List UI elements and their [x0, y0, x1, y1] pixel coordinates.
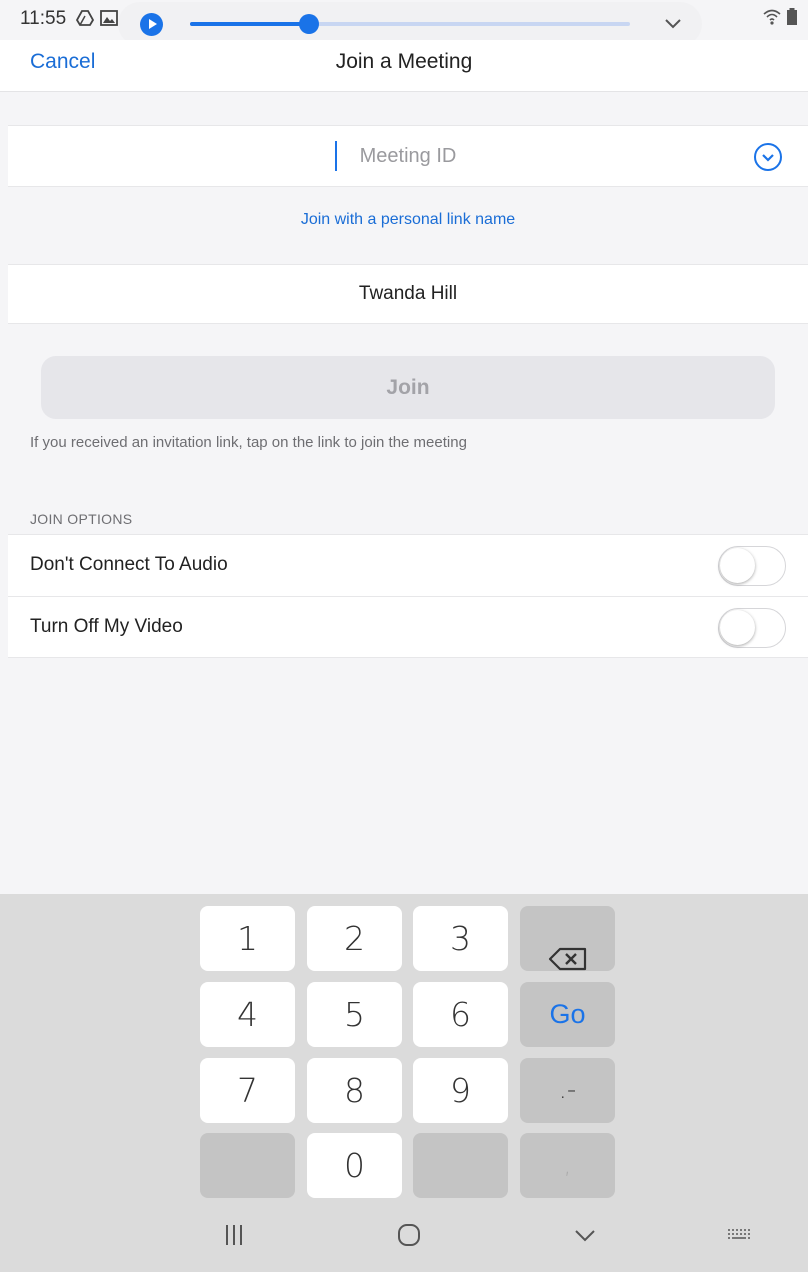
status-time: 11:55: [20, 8, 67, 29]
blank-key-left[interactable]: [200, 1133, 295, 1198]
spacer-band: [8, 92, 808, 126]
meeting-id-row: [8, 125, 808, 187]
system-nav-bar: [0, 1204, 808, 1272]
join-options-header: JOIN OPTIONS: [30, 511, 133, 527]
option-label-audio: Don't Connect To Audio: [30, 554, 228, 575]
invitation-hint: If you received an invitation link, tap …: [30, 434, 467, 451]
join-button[interactable]: Join: [41, 356, 775, 419]
dot-dash-key[interactable]: .-: [520, 1058, 615, 1123]
key-7[interactable]: 7: [200, 1058, 295, 1123]
backspace-key[interactable]: [520, 906, 615, 971]
key-9[interactable]: 9: [413, 1058, 508, 1123]
drive-icon: [75, 9, 95, 32]
option-label-video: Turn Off My Video: [30, 616, 183, 637]
personal-link-button[interactable]: Join with a personal link name: [8, 187, 808, 264]
media-seek-bar[interactable]: [190, 14, 630, 34]
page-title: Join a Meeting: [335, 50, 473, 73]
option-row-dont-connect-audio: Don't Connect To Audio: [8, 534, 808, 596]
play-icon[interactable]: [140, 13, 163, 36]
key-8[interactable]: 8: [307, 1058, 402, 1123]
go-key[interactable]: Go: [520, 982, 615, 1047]
battery-icon: [786, 8, 798, 30]
comma-key[interactable]: ,: [520, 1133, 615, 1198]
chevron-down-icon[interactable]: [662, 12, 684, 34]
key-0[interactable]: 0: [307, 1133, 402, 1198]
system-status-icons: [762, 8, 798, 31]
header-bar: Cancel Join a Meeting: [0, 40, 808, 92]
meeting-history-dropdown-icon[interactable]: [754, 143, 782, 171]
blank-key-right[interactable]: [413, 1133, 508, 1198]
key-5[interactable]: 5: [307, 982, 402, 1047]
key-2[interactable]: 2: [307, 906, 402, 971]
display-name-row: [8, 264, 808, 324]
meeting-id-input[interactable]: [8, 126, 808, 186]
text-caret: [335, 141, 337, 171]
keyboard-switch-icon[interactable]: [726, 1222, 752, 1253]
display-name-input[interactable]: [8, 265, 808, 323]
key-6[interactable]: 6: [413, 982, 508, 1047]
wifi-icon: [762, 9, 786, 30]
status-bar: 11:55: [0, 0, 808, 46]
toggle-knob: [720, 548, 755, 583]
toggle-knob: [720, 610, 755, 645]
dont-connect-audio-toggle[interactable]: [718, 546, 786, 586]
turn-off-video-toggle[interactable]: [718, 608, 786, 648]
hide-keyboard-chevron-icon[interactable]: [572, 1222, 598, 1253]
key-3[interactable]: 3: [413, 906, 508, 971]
media-progress-fill: [190, 22, 309, 26]
home-icon[interactable]: [396, 1222, 422, 1253]
media-seek-thumb[interactable]: [298, 14, 319, 34]
recent-apps-icon[interactable]: [222, 1222, 246, 1253]
gallery-icon: [100, 9, 118, 32]
key-1[interactable]: 1: [200, 906, 295, 971]
key-4[interactable]: 4: [200, 982, 295, 1047]
option-row-turn-off-video: Turn Off My Video: [8, 596, 808, 658]
